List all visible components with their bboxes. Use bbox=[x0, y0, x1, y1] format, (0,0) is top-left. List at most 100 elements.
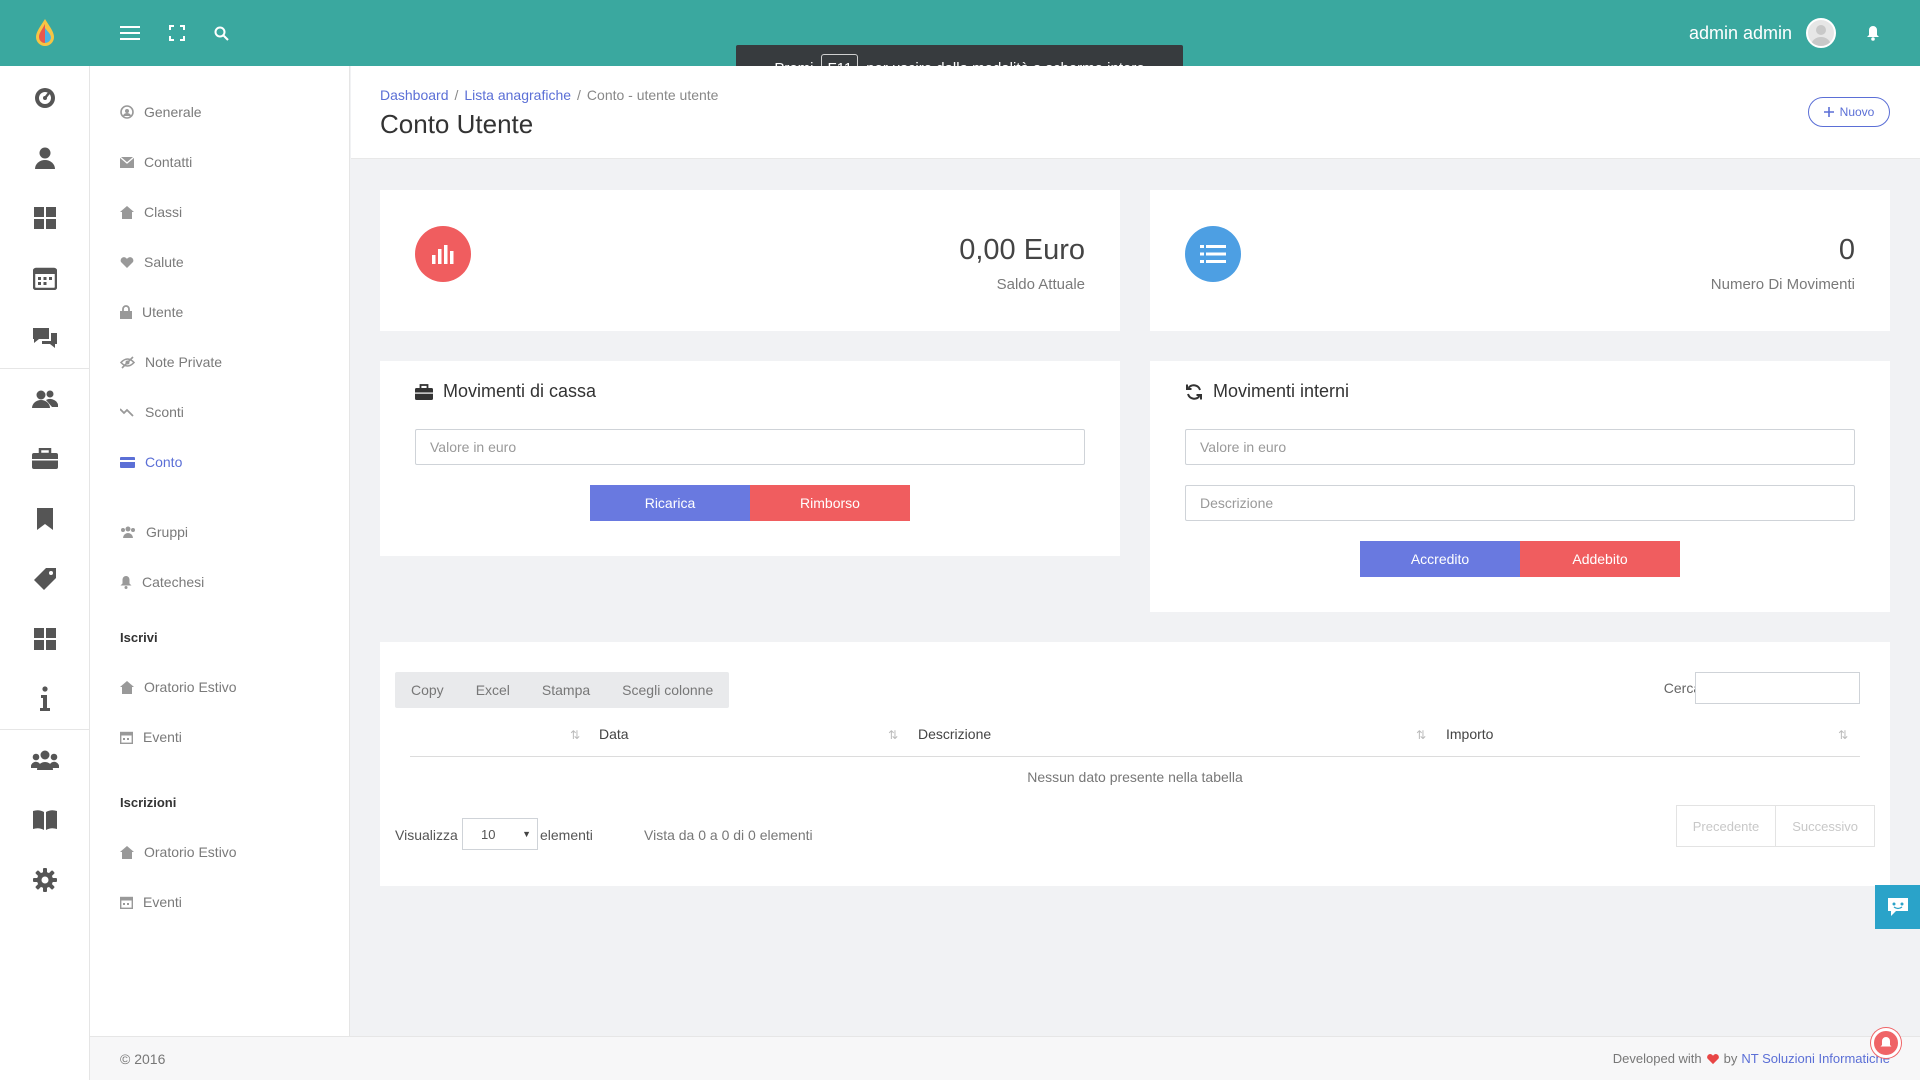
page-size-value: 10 bbox=[481, 826, 496, 842]
column-header-importo[interactable]: Importo bbox=[1446, 726, 1493, 742]
chat-widget-button[interactable] bbox=[1875, 885, 1920, 929]
by-text: by bbox=[1723, 1051, 1738, 1066]
table-empty-message: Nessun dato presente nella tabella bbox=[1027, 769, 1243, 785]
page-header: Dashboard / Lista anagrafiche / Conto - … bbox=[351, 66, 1920, 159]
grid-icon-2 bbox=[34, 628, 56, 650]
notification-bell-icon[interactable] bbox=[1862, 21, 1884, 45]
rail-briefcase[interactable] bbox=[0, 434, 90, 484]
breadcrumb-lista-anagrafiche[interactable]: Lista anagrafiche bbox=[464, 87, 571, 103]
cash-movements-title: Movimenti di cassa bbox=[415, 381, 596, 402]
submenu-label: Oratorio Estivo bbox=[144, 844, 237, 860]
column-header-descrizione[interactable]: Descrizione bbox=[918, 726, 991, 742]
submenu-item-iscrizioni-oratorio[interactable]: Oratorio Estivo bbox=[120, 841, 237, 863]
cash-movements-card: Movimenti di cassa Valore in euro Ricari… bbox=[380, 361, 1120, 556]
rail-chat[interactable] bbox=[0, 313, 90, 363]
choose-columns-button[interactable]: Scegli colonne bbox=[606, 672, 729, 708]
submenu-item-generale[interactable]: Generale bbox=[120, 101, 202, 123]
rail-book[interactable] bbox=[0, 795, 90, 845]
bell-icon bbox=[120, 575, 132, 589]
credit-button[interactable]: Accredito bbox=[1360, 541, 1520, 577]
page-size-select[interactable]: 10 ▼ bbox=[462, 818, 538, 850]
print-button[interactable]: Stampa bbox=[526, 672, 606, 708]
fullscreen-icon[interactable] bbox=[165, 21, 189, 45]
eye-slash-icon bbox=[120, 355, 135, 369]
submenu-item-catechesi[interactable]: Catechesi bbox=[120, 571, 204, 593]
user-menu[interactable]: admin admin bbox=[1689, 18, 1836, 48]
submenu-label: Eventi bbox=[143, 894, 182, 910]
breadcrumb-dashboard[interactable]: Dashboard bbox=[380, 87, 449, 103]
submenu-item-utente[interactable]: Utente bbox=[120, 301, 183, 323]
search-icon[interactable] bbox=[209, 21, 233, 45]
next-page-button[interactable]: Successivo bbox=[1775, 806, 1874, 846]
avatar bbox=[1806, 18, 1836, 48]
internal-movements-card: Movimenti interni Valore in euro Descriz… bbox=[1150, 361, 1890, 612]
home-icon bbox=[120, 845, 134, 859]
app-logo[interactable] bbox=[0, 0, 90, 66]
calendar-icon bbox=[120, 896, 133, 909]
heart-icon bbox=[120, 256, 134, 268]
submenu-item-classi[interactable]: Classi bbox=[120, 201, 182, 223]
rail-grid[interactable] bbox=[0, 193, 90, 243]
recharge-button[interactable]: Ricarica bbox=[590, 485, 750, 521]
debit-button[interactable]: Addebito bbox=[1520, 541, 1680, 577]
breadcrumb-sep: / bbox=[454, 87, 459, 103]
card-icon bbox=[120, 456, 135, 468]
submenu-item-conto[interactable]: Conto bbox=[120, 451, 182, 473]
submenu-item-salute[interactable]: Salute bbox=[120, 251, 184, 273]
rail-tag[interactable] bbox=[0, 554, 90, 604]
sort-icon[interactable]: ⇅ bbox=[570, 728, 580, 742]
internal-value-placeholder: Valore in euro bbox=[1200, 439, 1287, 455]
company-link[interactable]: NT Soluzioni Informatiche bbox=[1741, 1051, 1890, 1066]
rail-user[interactable] bbox=[0, 133, 90, 183]
submenu-item-iscrivi-eventi[interactable]: Eventi bbox=[120, 726, 182, 748]
rail-dashboard[interactable] bbox=[0, 73, 90, 123]
movements-label: Numero Di Movimenti bbox=[1710, 276, 1855, 293]
chat-icon bbox=[33, 328, 57, 348]
rail-settings[interactable] bbox=[0, 855, 90, 905]
copy-button[interactable]: Copy bbox=[395, 672, 460, 708]
column-header-data[interactable]: Data bbox=[599, 726, 629, 742]
submenu-item-note-private[interactable]: Note Private bbox=[120, 351, 222, 373]
floating-notification-icon[interactable] bbox=[1871, 1028, 1901, 1058]
footer-copyright: © 2016 bbox=[120, 1051, 166, 1067]
pagination: Precedente Successivo bbox=[1675, 805, 1875, 847]
rail-group[interactable] bbox=[0, 735, 90, 785]
rail-grid-2[interactable] bbox=[0, 614, 90, 664]
table-export-buttons: Copy Excel Stampa Scegli colonne bbox=[395, 672, 730, 708]
menu-toggle-icon[interactable] bbox=[118, 21, 142, 45]
rail-bookmark[interactable] bbox=[0, 494, 90, 544]
excel-button[interactable]: Excel bbox=[460, 672, 526, 708]
submenu-item-iscrivi-oratorio[interactable]: Oratorio Estivo bbox=[120, 676, 237, 698]
page-title: Conto Utente bbox=[380, 109, 534, 139]
submenu-label: Sconti bbox=[145, 404, 184, 420]
table-info: Vista da 0 a 0 di 0 elementi bbox=[644, 827, 813, 843]
icon-rail bbox=[0, 66, 90, 1080]
previous-page-button[interactable]: Precedente bbox=[1677, 806, 1776, 846]
developed-with-text: Developed with bbox=[1612, 1051, 1702, 1066]
submenu-item-contatti[interactable]: Contatti bbox=[120, 151, 192, 173]
cash-value-input[interactable]: Valore in euro bbox=[415, 429, 1085, 465]
sort-icon[interactable]: ⇅ bbox=[1416, 728, 1426, 742]
home-icon bbox=[120, 680, 134, 694]
submenu-item-iscrizioni-eventi[interactable]: Eventi bbox=[120, 891, 182, 913]
refund-button[interactable]: Rimborso bbox=[750, 485, 910, 521]
submenu: Generale Contatti Classi Salute Utente N… bbox=[90, 66, 350, 1036]
submenu-item-gruppi[interactable]: Gruppi bbox=[120, 521, 188, 543]
new-button-label: Nuovo bbox=[1839, 105, 1875, 119]
chat-bubble-icon bbox=[1887, 898, 1908, 916]
calendar-icon bbox=[33, 267, 57, 290]
internal-value-input[interactable]: Valore in euro bbox=[1185, 429, 1855, 465]
user-icon bbox=[35, 147, 55, 169]
sort-icon[interactable]: ⇅ bbox=[1838, 728, 1848, 742]
new-button[interactable]: Nuovo bbox=[1808, 97, 1890, 127]
trend-icon bbox=[120, 408, 134, 417]
bookmark-icon bbox=[37, 508, 53, 530]
rail-users[interactable] bbox=[0, 374, 90, 424]
sort-desc-icon[interactable]: ⇅ bbox=[888, 728, 898, 742]
table-search-input[interactable] bbox=[1695, 672, 1860, 704]
rail-calendar[interactable] bbox=[0, 253, 90, 303]
tag-icon bbox=[34, 568, 56, 590]
submenu-item-sconti[interactable]: Sconti bbox=[120, 401, 184, 423]
internal-description-input[interactable]: Descrizione bbox=[1185, 485, 1855, 521]
rail-info[interactable] bbox=[0, 674, 90, 724]
